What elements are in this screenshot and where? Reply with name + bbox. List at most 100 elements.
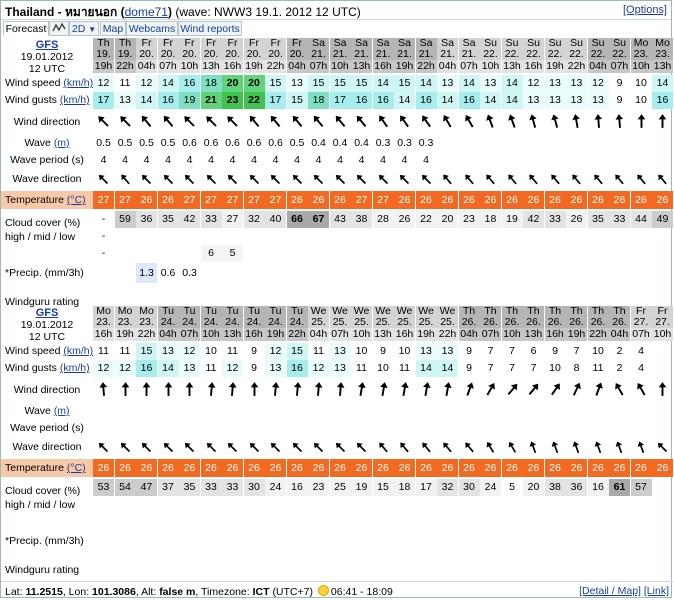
date-cell: 26. [480, 317, 501, 328]
cloud-mid-cell [480, 228, 501, 245]
temperature-cell: 26 [394, 191, 415, 209]
date-cell: 26. [458, 317, 480, 328]
wave-direction-arrow-icon [244, 170, 265, 191]
altitude: false m [159, 586, 196, 598]
tab-2d[interactable]: 2D ▼ [69, 21, 99, 36]
tab-forecast[interactable]: Forecast [3, 21, 49, 36]
date-cell: 21. [372, 49, 394, 60]
wave-period-cell [502, 152, 523, 169]
wind-gust-cell: 13 [265, 360, 286, 377]
wind-speed-unit-link[interactable]: (km/h) [63, 345, 93, 357]
wave-unit-link[interactable]: (m) [54, 405, 70, 417]
wave-unit-link[interactable]: (m) [54, 137, 70, 149]
wind-speed-cell: 7 [566, 343, 587, 360]
spot-link[interactable]: dome71 [125, 5, 168, 19]
wave-direction-arrow-icon [437, 438, 458, 459]
tab-wind-reports[interactable]: Wind reports [178, 21, 242, 36]
day-cell: Fr [286, 38, 308, 49]
cloud-mid-cell [351, 228, 372, 245]
cloud-cover-cell: 33 [544, 211, 566, 228]
temperature-cell: 26 [372, 459, 394, 477]
date-cell: 21. [329, 49, 351, 60]
wind-speed-unit-link[interactable]: (km/h) [63, 77, 93, 89]
wave-height-cell: 0.5 [160, 137, 176, 149]
day-cell: Su [501, 38, 523, 49]
wave-direction-arrow-icon [652, 170, 673, 191]
wind-speed-cell: 10 [394, 343, 415, 360]
wave-height-cell [545, 135, 566, 152]
cloud-cover-cell: 32 [437, 479, 458, 496]
tab-webcams[interactable]: Webcams [126, 21, 178, 36]
wind-gust-cell: 9 [458, 360, 480, 377]
tab-map[interactable]: Map [100, 21, 126, 36]
cloud-mid-cell [588, 496, 609, 513]
wind-direction-arrow-icon [373, 379, 394, 403]
cloud-low-cell [93, 513, 114, 530]
cloud-low-cell [459, 245, 480, 262]
cloud-mid-cell [265, 496, 286, 513]
hour-cell: 22h [566, 60, 587, 73]
wave-height-cell [652, 135, 673, 152]
cloud-mid-cell [502, 228, 523, 245]
precip-cell [566, 263, 587, 283]
wave-period-cell: 4 [165, 154, 171, 166]
wave-period-cell [566, 152, 587, 169]
wave-height-cell [115, 403, 136, 420]
wind-speed-cell: 11 [222, 343, 243, 360]
wind-speed-cell: 12 [136, 75, 157, 92]
model-link[interactable]: GFS [1, 39, 93, 51]
wind-direction-arrow-icon [437, 111, 458, 135]
temperature-cell: 26 [93, 459, 114, 477]
precip-cell [609, 531, 630, 551]
cloud-cover-cell: 15 [372, 479, 394, 496]
wind-speed-label: Wind speed (km/h) [5, 345, 94, 357]
temperature-unit-link[interactable]: (°C) [67, 462, 86, 474]
wave-period-cell [330, 420, 351, 437]
options-link[interactable]: [Options] [623, 4, 667, 16]
wave-direction-arrow-icon [330, 170, 351, 191]
model-link[interactable]: GFS [1, 307, 93, 319]
cloud-low-cell [115, 513, 136, 530]
precip-cell [265, 263, 286, 283]
cloud-low-cell [545, 245, 566, 262]
wave-height-cell [631, 135, 652, 152]
date-cell: 23. [136, 317, 157, 328]
wind-direction-arrow-icon [308, 379, 329, 403]
graph-icon[interactable] [49, 21, 69, 36]
cloud-mid-cell [158, 496, 179, 513]
wind-gusts-unit-link[interactable]: (km/h) [60, 362, 90, 374]
wind-direction-arrow-icon [244, 111, 265, 135]
cloud-mid-cell [265, 228, 286, 245]
wave-height-cell: 0.6 [225, 137, 240, 149]
cloud-cover-cell: 19 [501, 211, 523, 228]
day-cell: Th [458, 306, 480, 317]
temperature-cell: 26 [630, 191, 652, 209]
wave-direction-arrow-icon [545, 438, 566, 459]
cloud-low-cell [265, 245, 286, 262]
cloud-mid-cell [201, 228, 222, 245]
hour-cell: 07h [157, 60, 179, 73]
wind-gust-cell: 16 [286, 360, 308, 377]
precip-cell [545, 531, 566, 551]
wind-speed-cell: 13 [415, 343, 437, 360]
wind-speed-cell: 20 [243, 75, 265, 92]
hour-cell: 04h [136, 60, 157, 73]
wind-direction-arrow-icon [158, 111, 179, 135]
permalink-link[interactable]: [Link] [644, 585, 669, 597]
wind-direction-arrow-icon [115, 111, 136, 135]
hour-cell: 16h [93, 328, 114, 341]
hour-cell: 10h [480, 60, 501, 73]
wave-height-cell [136, 403, 157, 420]
wave-direction-arrow-icon [179, 170, 200, 191]
wave-period-cell [523, 152, 544, 169]
wave-period-cell: 4 [229, 154, 236, 166]
wind-gusts-unit-link[interactable]: (km/h) [60, 94, 90, 106]
wave-direction-arrow-icon [93, 170, 114, 191]
hour-cell: 22h [136, 328, 157, 341]
cloud-low-cell [609, 245, 630, 262]
cloud-cover-cell: 35 [157, 211, 179, 228]
temperature-unit-link[interactable]: (°C) [67, 194, 86, 206]
detail-map-link[interactable]: [Detail / Map] [579, 585, 641, 597]
cloud-mid-cell [566, 228, 587, 245]
cloud-low-cell [158, 513, 179, 530]
